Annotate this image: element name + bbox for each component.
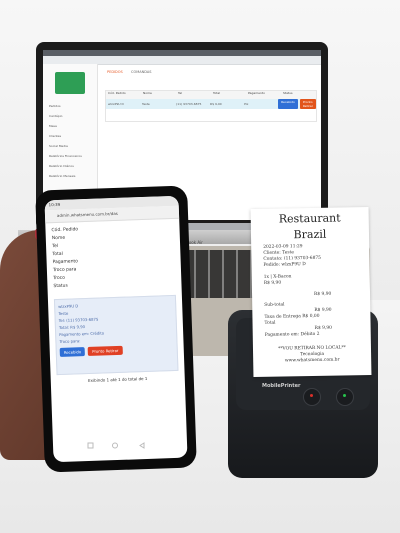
pronto-retirar-button[interactable]: Pronto Retirar [299, 99, 316, 109]
pronto-retirar-button[interactable]: Pronto Retirar [88, 345, 123, 356]
orders-table: Cód. Pedido Nome Tel Total Pagamento Sta… [105, 90, 317, 122]
green-led-icon [343, 394, 346, 397]
table-row[interactable]: wlzxP9U D Teste (11) 93703-6875 R$ 9,90 … [106, 99, 316, 109]
tab-pedidos[interactable]: PEDIDOS [107, 70, 123, 74]
order-card[interactable]: wlzxP9U D Teste Tel: (11) 93703-6875 Tot… [53, 294, 179, 376]
smartphone-screen: 10:39 admin.whatsmenu.com.br/das Cód. Pe… [44, 195, 188, 463]
col-header: Status [283, 91, 293, 95]
sidebar-item-social[interactable]: Social Media [49, 144, 93, 148]
sidebar-item-clientes[interactable]: Clientes [49, 134, 93, 138]
sidebar-item-mesa[interactable]: Mesa [49, 124, 93, 128]
whatsmenu-logo [55, 72, 85, 94]
col-header: Cód. Pedido [108, 91, 126, 95]
pagination-info: Exibindo 1 até 1 do total de 1 [88, 375, 148, 384]
sidebar-item-mensais[interactable]: Relatório Mensais [49, 174, 93, 178]
cell-payment: Pix [244, 102, 249, 106]
printed-receipt: Restaurant Brazil 2022-03-09 11:29 Clien… [250, 206, 372, 378]
android-nav-bar [87, 442, 145, 449]
sidebar-item-cardapio[interactable]: Cardápio [49, 114, 93, 118]
col-header: Pagamento [248, 91, 265, 95]
feed-button-icon[interactable] [336, 388, 354, 406]
mobile-field-labels: Cód. Pedido Nome Tel Total Pagamento Tro… [45, 219, 181, 296]
sidebar-item-pedidos[interactable]: Pedidos [49, 104, 93, 108]
power-button-icon[interactable] [303, 388, 321, 406]
receipt-footer-url: www.whatsmenu.com.br [284, 357, 340, 364]
col-header: Nome [143, 91, 152, 95]
printer-brand-label: MobilePrinter [262, 383, 301, 389]
tab-comandas[interactable]: COMANDAS [131, 70, 151, 74]
cell-code: wlzxP9U D [108, 102, 124, 106]
card-buttons: Recebido Pronto Retirar [59, 344, 174, 357]
recebido-button[interactable]: Recebido [59, 347, 86, 357]
recebido-button[interactable]: Recebido [278, 99, 298, 109]
cell-total: R$ 9,90 [210, 102, 222, 106]
cell-actions: Recebido Pronto Retirar [276, 99, 316, 109]
sidebar-item-diarios[interactable]: Relatório Diários [49, 164, 93, 168]
back-icon[interactable] [139, 442, 145, 449]
cell-phone: (11) 93703-6875 [176, 102, 202, 106]
col-header: Tel [178, 91, 183, 95]
recent-apps-icon[interactable] [87, 442, 94, 449]
sidebar-item-financeiros[interactable]: Relatórios Financeiros [49, 154, 93, 158]
cell-name: Teste [142, 102, 150, 106]
orders-table-header: Cód. Pedido Nome Tel Total Pagamento Sta… [106, 91, 316, 99]
col-header: Total [213, 91, 221, 95]
red-led-icon [310, 394, 313, 397]
receipt-title: Restaurant [278, 211, 341, 226]
home-icon[interactable] [112, 442, 118, 449]
